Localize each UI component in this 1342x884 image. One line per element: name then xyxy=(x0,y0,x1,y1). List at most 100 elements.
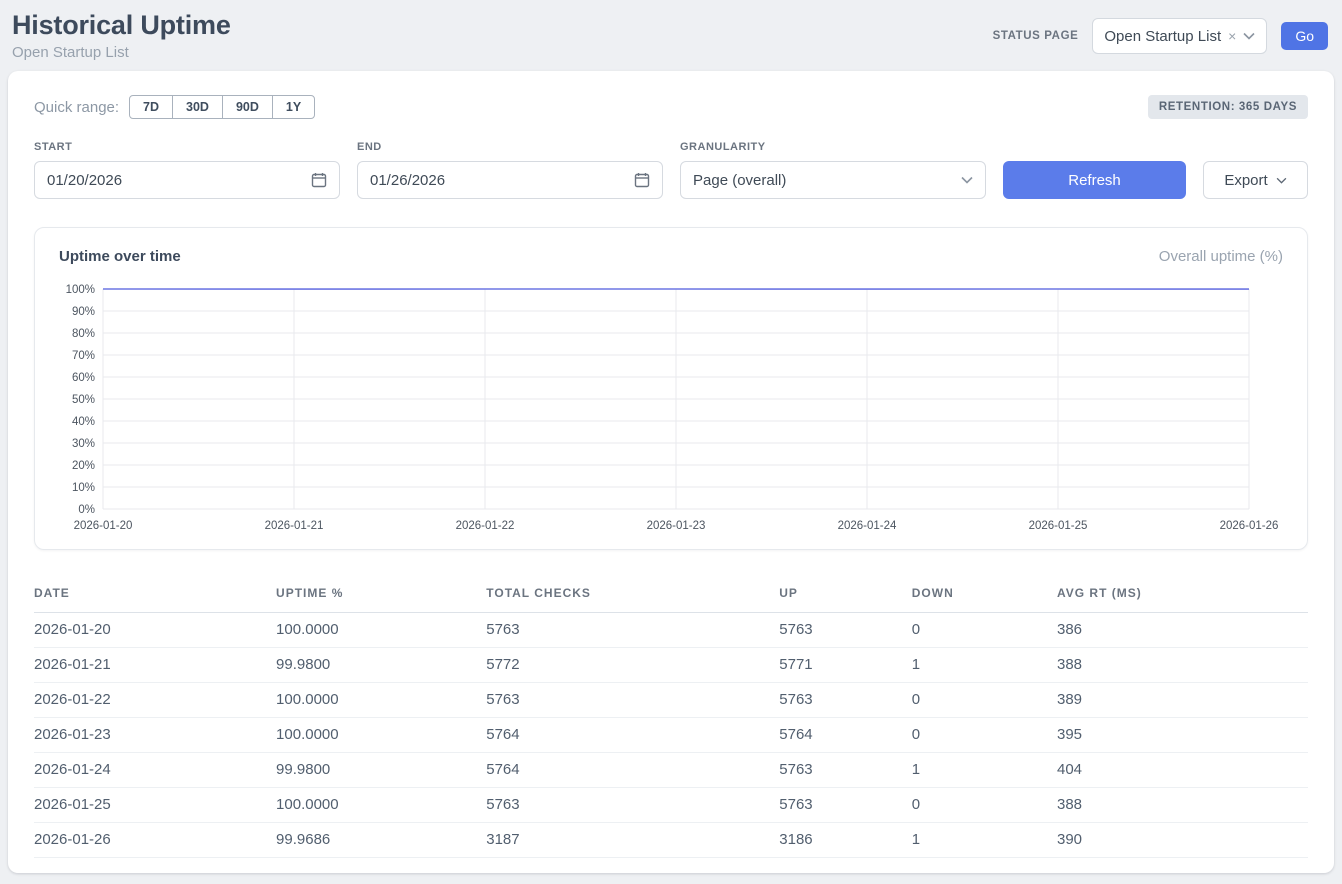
svg-text:2026-01-21: 2026-01-21 xyxy=(265,520,324,532)
svg-text:2026-01-25: 2026-01-25 xyxy=(1029,520,1088,532)
table-cell: 389 xyxy=(1057,683,1308,718)
table-cell: 2026-01-25 xyxy=(34,788,276,823)
quick-range-1y-button[interactable]: 1Y xyxy=(272,95,315,119)
table-cell: 5763 xyxy=(779,788,911,823)
table-cell: 5763 xyxy=(779,683,911,718)
table-cell: 2026-01-23 xyxy=(34,718,276,753)
svg-text:90%: 90% xyxy=(72,306,95,318)
status-page-selected-value: Open Startup List xyxy=(1104,28,1221,45)
table-cell: 395 xyxy=(1057,718,1308,753)
quick-range-7d-button[interactable]: 7D xyxy=(129,95,173,119)
table-row: 2026-01-2499.9800576457631404 xyxy=(34,753,1308,788)
quick-range-30d-button[interactable]: 30D xyxy=(172,95,223,119)
granularity-value: Page (overall) xyxy=(693,172,961,189)
table-cell: 5764 xyxy=(486,753,779,788)
page-subtitle: Open Startup List xyxy=(12,44,231,61)
chevron-down-icon xyxy=(1243,32,1255,40)
chevron-down-icon xyxy=(961,176,973,184)
export-button-label: Export xyxy=(1224,172,1267,189)
chart-header: Uptime over time Overall uptime (%) xyxy=(57,246,1285,279)
table-cell: 0 xyxy=(912,788,1057,823)
table-column-header: DOWN xyxy=(912,576,1057,613)
svg-text:100%: 100% xyxy=(66,284,95,296)
svg-text:30%: 30% xyxy=(72,438,95,450)
table-column-header: AVG RT (MS) xyxy=(1057,576,1308,613)
svg-text:20%: 20% xyxy=(72,460,95,472)
table-cell: 2026-01-24 xyxy=(34,753,276,788)
granularity-select[interactable]: Page (overall) xyxy=(680,161,986,199)
svg-text:0%: 0% xyxy=(78,504,95,516)
granularity-label: GRANULARITY xyxy=(680,141,986,153)
table-cell: 5763 xyxy=(486,613,779,648)
table-column-header: UP xyxy=(779,576,911,613)
table-cell: 388 xyxy=(1057,648,1308,683)
go-button[interactable]: Go xyxy=(1281,22,1328,50)
table-header-row: DATEUPTIME %TOTAL CHECKSUPDOWNAVG RT (MS… xyxy=(34,576,1308,613)
end-date-input[interactable]: 01/26/2026 xyxy=(357,161,663,199)
table-cell: 5763 xyxy=(779,613,911,648)
svg-text:10%: 10% xyxy=(72,482,95,494)
quick-range-row: Quick range: 7D 30D 90D 1Y RETENTION: 36… xyxy=(34,95,1308,119)
controls-row: START 01/20/2026 END 01/26/2026 xyxy=(34,141,1308,199)
start-date-field: START 01/20/2026 xyxy=(34,141,340,199)
table-cell: 386 xyxy=(1057,613,1308,648)
end-date-field: END 01/26/2026 xyxy=(357,141,663,199)
table-cell: 99.9800 xyxy=(276,648,486,683)
svg-text:2026-01-23: 2026-01-23 xyxy=(647,520,706,532)
table-cell: 1 xyxy=(912,753,1057,788)
clear-selection-icon[interactable]: × xyxy=(1228,28,1236,44)
start-date-input[interactable]: 01/20/2026 xyxy=(34,161,340,199)
calendar-icon[interactable] xyxy=(311,172,327,188)
table-row: 2026-01-22100.0000576357630389 xyxy=(34,683,1308,718)
table-cell: 100.0000 xyxy=(276,788,486,823)
start-date-label: START xyxy=(34,141,340,153)
status-page-select[interactable]: Open Startup List × xyxy=(1092,18,1267,54)
table-cell: 99.9800 xyxy=(276,753,486,788)
table-cell: 5763 xyxy=(779,753,911,788)
svg-text:2026-01-20: 2026-01-20 xyxy=(74,520,133,532)
table-column-header: TOTAL CHECKS xyxy=(486,576,779,613)
start-date-value: 01/20/2026 xyxy=(47,172,311,189)
table-cell: 404 xyxy=(1057,753,1308,788)
end-date-label: END xyxy=(357,141,663,153)
svg-text:60%: 60% xyxy=(72,372,95,384)
refresh-button[interactable]: Refresh xyxy=(1003,161,1186,199)
page-title: Historical Uptime xyxy=(12,10,231,41)
table-cell: 100.0000 xyxy=(276,613,486,648)
table-cell: 2026-01-20 xyxy=(34,613,276,648)
table-cell: 100.0000 xyxy=(276,683,486,718)
table-cell: 0 xyxy=(912,718,1057,753)
table-cell: 3187 xyxy=(486,823,779,858)
quick-range-segmented-control: 7D 30D 90D 1Y xyxy=(129,95,315,119)
main-card: Quick range: 7D 30D 90D 1Y RETENTION: 36… xyxy=(8,71,1334,873)
page-header: Historical Uptime Open Startup List STAT… xyxy=(0,0,1342,61)
quick-range-90d-button[interactable]: 90D xyxy=(222,95,273,119)
table-cell: 100.0000 xyxy=(276,718,486,753)
status-page-label: STATUS PAGE xyxy=(993,30,1079,42)
calendar-icon[interactable] xyxy=(634,172,650,188)
table-cell: 2026-01-26 xyxy=(34,823,276,858)
svg-text:2026-01-26: 2026-01-26 xyxy=(1220,520,1279,532)
chart-legend: Overall uptime (%) xyxy=(1159,248,1283,265)
table-row: 2026-01-25100.0000576357630388 xyxy=(34,788,1308,823)
svg-text:80%: 80% xyxy=(72,328,95,340)
table-cell: 99.9686 xyxy=(276,823,486,858)
table-column-header: UPTIME % xyxy=(276,576,486,613)
granularity-field: GRANULARITY Page (overall) xyxy=(680,141,986,199)
chart-title: Uptime over time xyxy=(59,248,181,265)
table-cell: 5764 xyxy=(779,718,911,753)
export-button[interactable]: Export xyxy=(1203,161,1308,199)
title-block: Historical Uptime Open Startup List xyxy=(12,10,231,61)
end-date-value: 01/26/2026 xyxy=(370,172,634,189)
chevron-down-icon xyxy=(1276,177,1287,184)
quick-range-label: Quick range: xyxy=(34,99,119,116)
table-cell: 5772 xyxy=(486,648,779,683)
svg-text:2026-01-22: 2026-01-22 xyxy=(456,520,515,532)
table-cell: 5763 xyxy=(486,683,779,718)
retention-badge: RETENTION: 365 DAYS xyxy=(1148,95,1308,119)
table-column-header: DATE xyxy=(34,576,276,613)
uptime-table: DATEUPTIME %TOTAL CHECKSUPDOWNAVG RT (MS… xyxy=(34,576,1308,858)
uptime-chart-card: Uptime over time Overall uptime (%) 0% 10… xyxy=(34,227,1308,550)
svg-text:2026-01-24: 2026-01-24 xyxy=(838,520,897,532)
uptime-chart-svg: 0%10%20%30%40%50%60%70%80%90%100%2026-01… xyxy=(57,279,1279,541)
